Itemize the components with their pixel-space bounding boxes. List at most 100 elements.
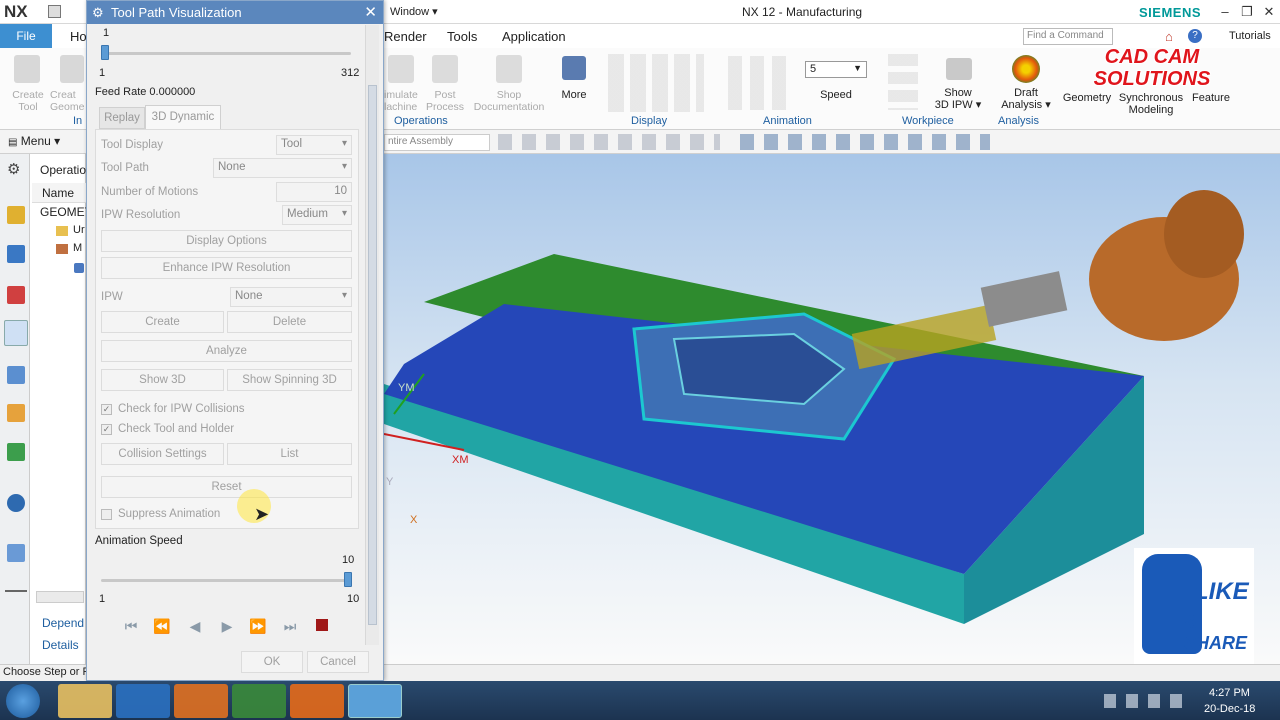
navigator-row-geometry[interactable]: GEOMET — [40, 205, 92, 219]
history-icon[interactable] — [7, 544, 25, 562]
create-geometry-button[interactable]: Creat Geome — [50, 89, 86, 113]
reuse-library-icon[interactable] — [7, 443, 25, 461]
ok-button[interactable]: OK — [241, 651, 303, 673]
dependencies-panel-label[interactable]: Depend — [42, 616, 84, 630]
program-order-icon[interactable] — [4, 320, 28, 346]
details-panel-label[interactable]: Details — [42, 638, 79, 652]
help-icon[interactable]: ? — [1188, 29, 1202, 43]
collision-settings-button[interactable]: Collision Settings — [101, 443, 224, 465]
enhance-ipw-resolution-button[interactable]: Enhance IPW Resolution — [101, 257, 352, 279]
part-navigator-icon[interactable] — [7, 366, 25, 384]
assembly-navigator-icon[interactable] — [7, 404, 25, 422]
geometry-button[interactable]: Geometry — [1060, 92, 1114, 104]
display-options-button[interactable]: Display Options — [101, 230, 352, 252]
tool-display-value: Tool — [281, 138, 303, 150]
scrollbar-thumb[interactable] — [368, 85, 377, 625]
show-3d-ipw-button[interactable]: Show 3D IPW ▾ — [930, 87, 986, 111]
suppress-animation-checkbox[interactable] — [101, 509, 112, 520]
stop-button[interactable] — [316, 619, 328, 631]
navigator-hscroll[interactable] — [36, 591, 84, 603]
geometry-navigator-icon[interactable] — [7, 286, 25, 304]
file-tab[interactable]: File — [0, 24, 52, 48]
start-button[interactable] — [6, 684, 40, 718]
clock-date[interactable]: 20-Dec-18 — [1204, 703, 1255, 715]
ipw-resolution-select[interactable]: Medium — [282, 205, 352, 225]
navigator-row-mcs[interactable]: M — [73, 242, 82, 254]
recorder-icon[interactable] — [290, 684, 344, 718]
check-ipw-collisions-checkbox[interactable]: ✓ — [101, 404, 112, 415]
post-process-button[interactable]: Post Process — [424, 89, 466, 113]
cancel-button[interactable]: Cancel — [307, 651, 369, 673]
tool-display-select[interactable]: Tool — [276, 135, 352, 155]
animation-speed-select[interactable]: 5 ▼ — [805, 61, 867, 78]
snap-tools-icon[interactable] — [498, 134, 720, 150]
media-player-icon[interactable] — [174, 684, 228, 718]
file-explorer-icon[interactable] — [58, 684, 112, 718]
web-browser-icon[interactable] — [7, 494, 25, 512]
assembly-filter-select[interactable]: ntire Assembly — [384, 134, 490, 151]
ipw-select[interactable]: None — [230, 287, 352, 307]
play-forward-button[interactable]: ▶ — [215, 616, 239, 636]
window-menu[interactable]: Window ▾ — [390, 5, 438, 18]
draft-analysis-button[interactable]: Draft Analysis ▾ — [999, 87, 1053, 111]
roles-icon[interactable] — [5, 590, 27, 596]
show-3d-button[interactable]: Show 3D — [101, 369, 224, 391]
step-slider-thumb[interactable] — [101, 45, 109, 60]
workpiece-tools-icon[interactable] — [888, 54, 918, 110]
dialog-title-bar[interactable]: ⚙ Tool Path Visualization ✕ — [87, 1, 383, 24]
clock-time[interactable]: 4:27 PM — [1209, 687, 1250, 699]
number-of-motions-input[interactable]: 10 — [276, 182, 352, 202]
simulate-machine-button[interactable]: imulate lachine — [384, 89, 420, 113]
gear-icon[interactable]: ⚙ — [7, 160, 20, 178]
tutorials-link[interactable]: Tutorials — [1229, 30, 1271, 42]
view-tools-icon[interactable] — [740, 134, 990, 150]
animation-group-label: Animation — [763, 115, 812, 127]
save-icon[interactable] — [48, 5, 61, 18]
machine-tool-navigator-icon[interactable] — [7, 245, 25, 263]
step-forward-button[interactable]: ⏩ — [246, 616, 270, 636]
step-back-button[interactable]: ⏪ — [150, 616, 174, 636]
tab-tools[interactable]: Tools — [447, 29, 477, 44]
maximize-button[interactable]: ❐ — [1236, 2, 1258, 22]
more-button[interactable]: More — [556, 89, 592, 101]
feature-button[interactable]: Feature — [1188, 92, 1234, 104]
display-tools-icon[interactable] — [608, 54, 704, 112]
fast-forward-end-button[interactable]: ⏭ — [278, 616, 302, 636]
animation-speed-thumb[interactable] — [344, 572, 352, 587]
create-button[interactable]: Create — [101, 311, 224, 333]
show-spinning-3d-button[interactable]: Show Spinning 3D — [227, 369, 352, 391]
operation-navigator-icon[interactable] — [7, 206, 25, 224]
tab-3d-dynamic[interactable]: 3D Dynamic — [145, 105, 221, 129]
play-backward-button[interactable]: ◀ — [183, 616, 207, 636]
tab-home[interactable]: Ho — [70, 29, 87, 44]
step-slider-track[interactable] — [101, 52, 351, 55]
command-search-input[interactable]: Find a Command — [1023, 28, 1113, 45]
navigator-column-name[interactable]: Name — [32, 183, 86, 203]
create-tool-button[interactable]: Create Tool — [6, 89, 50, 113]
dialog-vertical-scrollbar[interactable] — [365, 25, 379, 645]
animation-controls-icon[interactable] — [728, 56, 788, 110]
close-icon[interactable]: ✕ — [364, 1, 377, 24]
reset-button[interactable]: Reset — [101, 476, 352, 498]
navigator-row-unused[interactable]: Ur — [73, 224, 85, 236]
chrome-icon[interactable] — [232, 684, 286, 718]
shop-documentation-button[interactable]: Shop Documentation — [470, 89, 548, 113]
tool-path-select[interactable]: None — [213, 158, 352, 178]
menu-button[interactable]: ▤ Menu ▾ — [8, 134, 60, 148]
check-tool-holder-checkbox[interactable]: ✓ — [101, 424, 112, 435]
animation-speed-track[interactable] — [101, 579, 351, 582]
system-tray-icons[interactable] — [1104, 694, 1188, 708]
list-button[interactable]: List — [227, 443, 352, 465]
analyze-button[interactable]: Analyze — [101, 340, 352, 362]
synchronous-modeling-button[interactable]: Synchronous Modeling — [1116, 92, 1186, 116]
tab-application[interactable]: Application — [502, 29, 566, 44]
home-icon[interactable]: ⌂ — [1165, 29, 1173, 44]
internet-explorer-icon[interactable] — [116, 684, 170, 718]
nx-taskbar-icon[interactable] — [348, 684, 402, 718]
delete-button[interactable]: Delete — [227, 311, 352, 333]
rewind-to-start-button[interactable]: ⏮ — [119, 616, 143, 636]
minimize-button[interactable]: – — [1214, 2, 1236, 22]
tab-render[interactable]: Render — [384, 29, 427, 44]
tab-replay[interactable]: Replay — [99, 107, 145, 129]
close-window-button[interactable]: ✕ — [1258, 2, 1280, 22]
